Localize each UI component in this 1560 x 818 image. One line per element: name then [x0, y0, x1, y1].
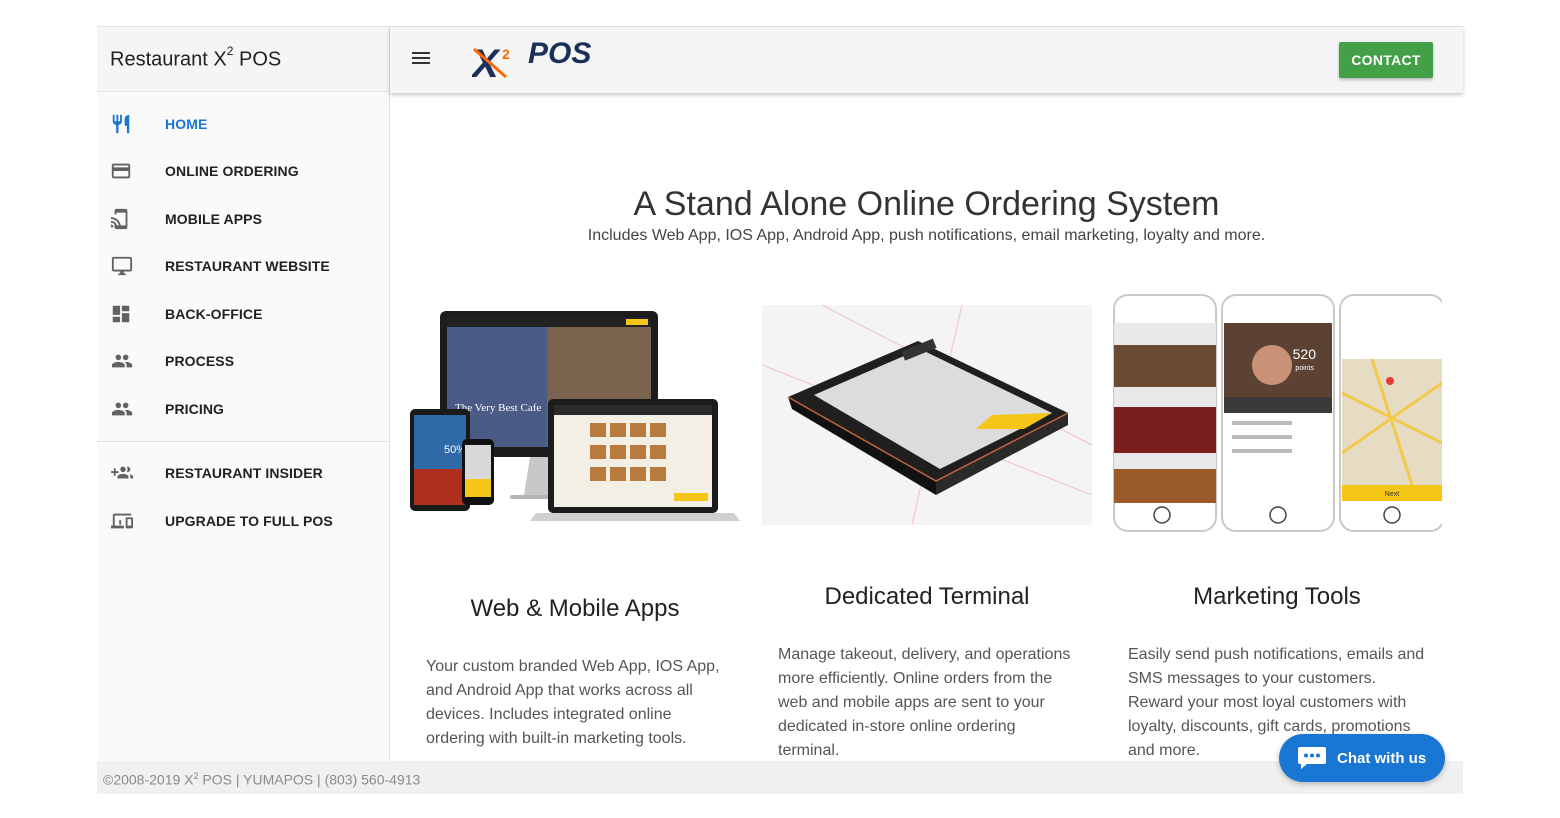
sidebar-item-pricing[interactable]: PRICING — [97, 385, 389, 433]
dedicated-terminal-image — [762, 305, 1092, 525]
footer: ©2008-2019 X2 POS | YUMAPOS | (803) 560-… — [97, 761, 1463, 794]
app-window: Restaurant X2 POS HOME ONLINE ORDERING M… — [97, 26, 1463, 794]
sidebar: Restaurant X2 POS HOME ONLINE ORDERING M… — [97, 27, 390, 761]
footer-contact-info: POS | YUMAPOS | (803) 560-4913 — [198, 771, 421, 788]
chat-label: Chat with us — [1337, 749, 1427, 767]
utensils-icon — [97, 113, 165, 135]
x2-pos-logo[interactable]: X 2 POS — [472, 33, 632, 83]
mock-points-value: 520 — [1293, 346, 1317, 362]
sidebar-item-home[interactable]: HOME — [97, 100, 389, 148]
sidebar-item-label: UPGRADE TO FULL POS — [165, 512, 333, 529]
contact-button[interactable]: CONTACT — [1339, 42, 1433, 78]
sidebar-item-label: PRICING — [165, 400, 225, 417]
feature-title: Dedicated Terminal — [824, 583, 1030, 610]
top-app-bar: X 2 POS CONTACT — [390, 27, 1463, 93]
sidebar-item-restaurant-insider[interactable]: RESTAURANT INSIDER — [97, 450, 389, 498]
mock-next-label: Next — [1385, 491, 1399, 498]
sidebar-item-process[interactable]: PROCESS — [97, 338, 389, 386]
sidebar-item-upgrade-to-full-pos[interactable]: UPGRADE TO FULL POS — [97, 497, 389, 545]
sidebar-secondary-nav: RESTAURANT INSIDER UPGRADE TO FULL POS — [97, 450, 389, 545]
add-group-icon — [97, 462, 165, 484]
sidebar-item-online-ordering[interactable]: ONLINE ORDERING — [97, 148, 389, 196]
chat-with-us-button[interactable]: Chat with us — [1279, 734, 1445, 782]
sidebar-title-sup: 2 — [226, 44, 234, 58]
sidebar-item-label: MOBILE APPS — [165, 210, 263, 227]
footer-copyright: ©2008-2019 X — [103, 771, 194, 788]
sidebar-item-mobile-apps[interactable]: MOBILE APPS — [97, 195, 389, 243]
feature-description: Manage takeout, delivery, and operations… — [778, 646, 1071, 759]
sidebar-title-text: Restaurant X — [110, 48, 227, 71]
sidebar-item-label: BACK-OFFICE — [165, 305, 263, 322]
hero-subtitle: Includes Web App, IOS App, Android App, … — [587, 227, 1266, 244]
marketing-tools-image: 520 points Next — [1112, 293, 1442, 533]
sidebar-item-restaurant-website[interactable]: RESTAURANT WEBSITE — [97, 243, 389, 291]
web-mobile-apps-image: The Very Best Cafe 50% — [410, 299, 740, 531]
credit-card-icon — [97, 160, 165, 182]
sidebar-item-back-office[interactable]: BACK-OFFICE — [97, 290, 389, 338]
sidebar-divider — [97, 440, 389, 442]
dashboard-icon — [97, 303, 165, 325]
people-icon — [97, 350, 165, 372]
logo-pos-text: POS — [528, 37, 591, 70]
feature-description: Your custom branded Web App, IOS App, an… — [426, 658, 720, 747]
sidebar-title-suffix: POS — [233, 48, 282, 71]
main-content: A Stand Alone Online Ordering System Inc… — [390, 93, 1463, 761]
sidebar-item-label: RESTAURANT INSIDER — [165, 465, 323, 482]
devices-icon — [97, 510, 165, 532]
sidebar-item-label: RESTAURANT WEBSITE — [165, 258, 330, 275]
sidebar-nav: HOME ONLINE ORDERING MOBILE APPS RESTAUR… — [97, 92, 389, 433]
people-icon — [97, 398, 165, 420]
logo-sup-text: 2 — [502, 46, 510, 62]
logo-x-text: X — [472, 42, 501, 83]
sidebar-item-label: ONLINE ORDERING — [165, 163, 299, 180]
monitor-icon — [97, 255, 165, 277]
feature-title: Web & Mobile Apps — [470, 595, 680, 622]
cast-to-device-icon — [97, 208, 165, 230]
mock-points-label: points — [1295, 365, 1314, 372]
feature-title: Marketing Tools — [1193, 583, 1361, 610]
hero-title: A Stand Alone Online Ordering System — [633, 185, 1220, 223]
sidebar-item-label: PROCESS — [165, 353, 235, 370]
sidebar-item-label: HOME — [165, 115, 208, 132]
hamburger-menu-icon[interactable] — [412, 49, 440, 71]
sidebar-title: Restaurant X2 POS — [97, 27, 389, 92]
chat-bubble-icon — [1298, 747, 1326, 769]
